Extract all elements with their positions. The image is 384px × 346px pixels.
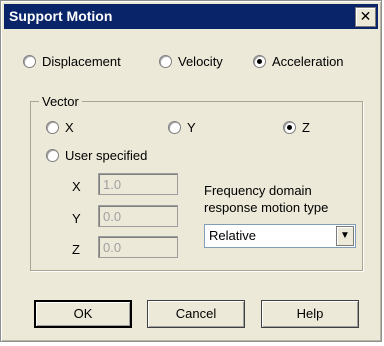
x-field-label: X [72, 179, 81, 194]
radio-vector-x[interactable]: X [46, 120, 74, 135]
radio-circle-checked-icon [253, 55, 266, 68]
x-value-field[interactable]: 1.0 [98, 173, 178, 195]
title-bar[interactable]: Support Motion ✕ [4, 4, 378, 29]
radio-vector-z-label: Z [302, 120, 310, 135]
radio-vector-y[interactable]: Y [168, 120, 196, 135]
motion-type-selected-value: Relative [209, 228, 256, 243]
radio-circle-icon [23, 55, 36, 68]
frequency-label-line2: response motion type [204, 200, 329, 215]
radio-velocity-label: Velocity [178, 54, 223, 69]
radio-displacement-label: Displacement [42, 54, 121, 69]
support-motion-dialog: Support Motion ✕ Displacement Velocity A… [0, 0, 382, 342]
radio-acceleration-label: Acceleration [272, 54, 344, 69]
radio-vector-z[interactable]: Z [283, 120, 310, 135]
radio-circle-icon [46, 121, 59, 134]
radio-vector-x-label: X [65, 120, 74, 135]
y-field-label: Y [72, 211, 81, 226]
radio-circle-checked-icon [283, 121, 296, 134]
frequency-domain-label: Frequency domain response motion type [204, 182, 364, 216]
radio-user-specified[interactable]: User specified [46, 148, 147, 163]
radio-vector-y-label: Y [187, 120, 196, 135]
cancel-button[interactable]: Cancel [147, 300, 245, 328]
y-value-field[interactable]: 0.0 [98, 205, 178, 227]
radio-circle-icon [46, 149, 59, 162]
radio-circle-icon [159, 55, 172, 68]
z-value-field[interactable]: 0.0 [98, 236, 178, 258]
z-field-label: Z [72, 242, 80, 257]
radio-circle-icon [168, 121, 181, 134]
radio-velocity[interactable]: Velocity [159, 54, 223, 69]
dropdown-arrow-icon[interactable]: ▼ [336, 226, 354, 246]
ok-button[interactable]: OK [34, 300, 132, 328]
radio-displacement[interactable]: Displacement [23, 54, 121, 69]
radio-user-specified-label: User specified [65, 148, 148, 163]
help-button[interactable]: Help [261, 300, 359, 328]
motion-type-select[interactable]: Relative ▼ [204, 224, 356, 248]
radio-acceleration[interactable]: Acceleration [253, 54, 344, 69]
vector-group-label: Vector [39, 94, 82, 109]
close-button[interactable]: ✕ [355, 7, 376, 27]
close-icon: ✕ [359, 8, 372, 24]
frequency-label-line1: Frequency domain [204, 183, 312, 198]
dialog-title: Support Motion [9, 8, 113, 24]
